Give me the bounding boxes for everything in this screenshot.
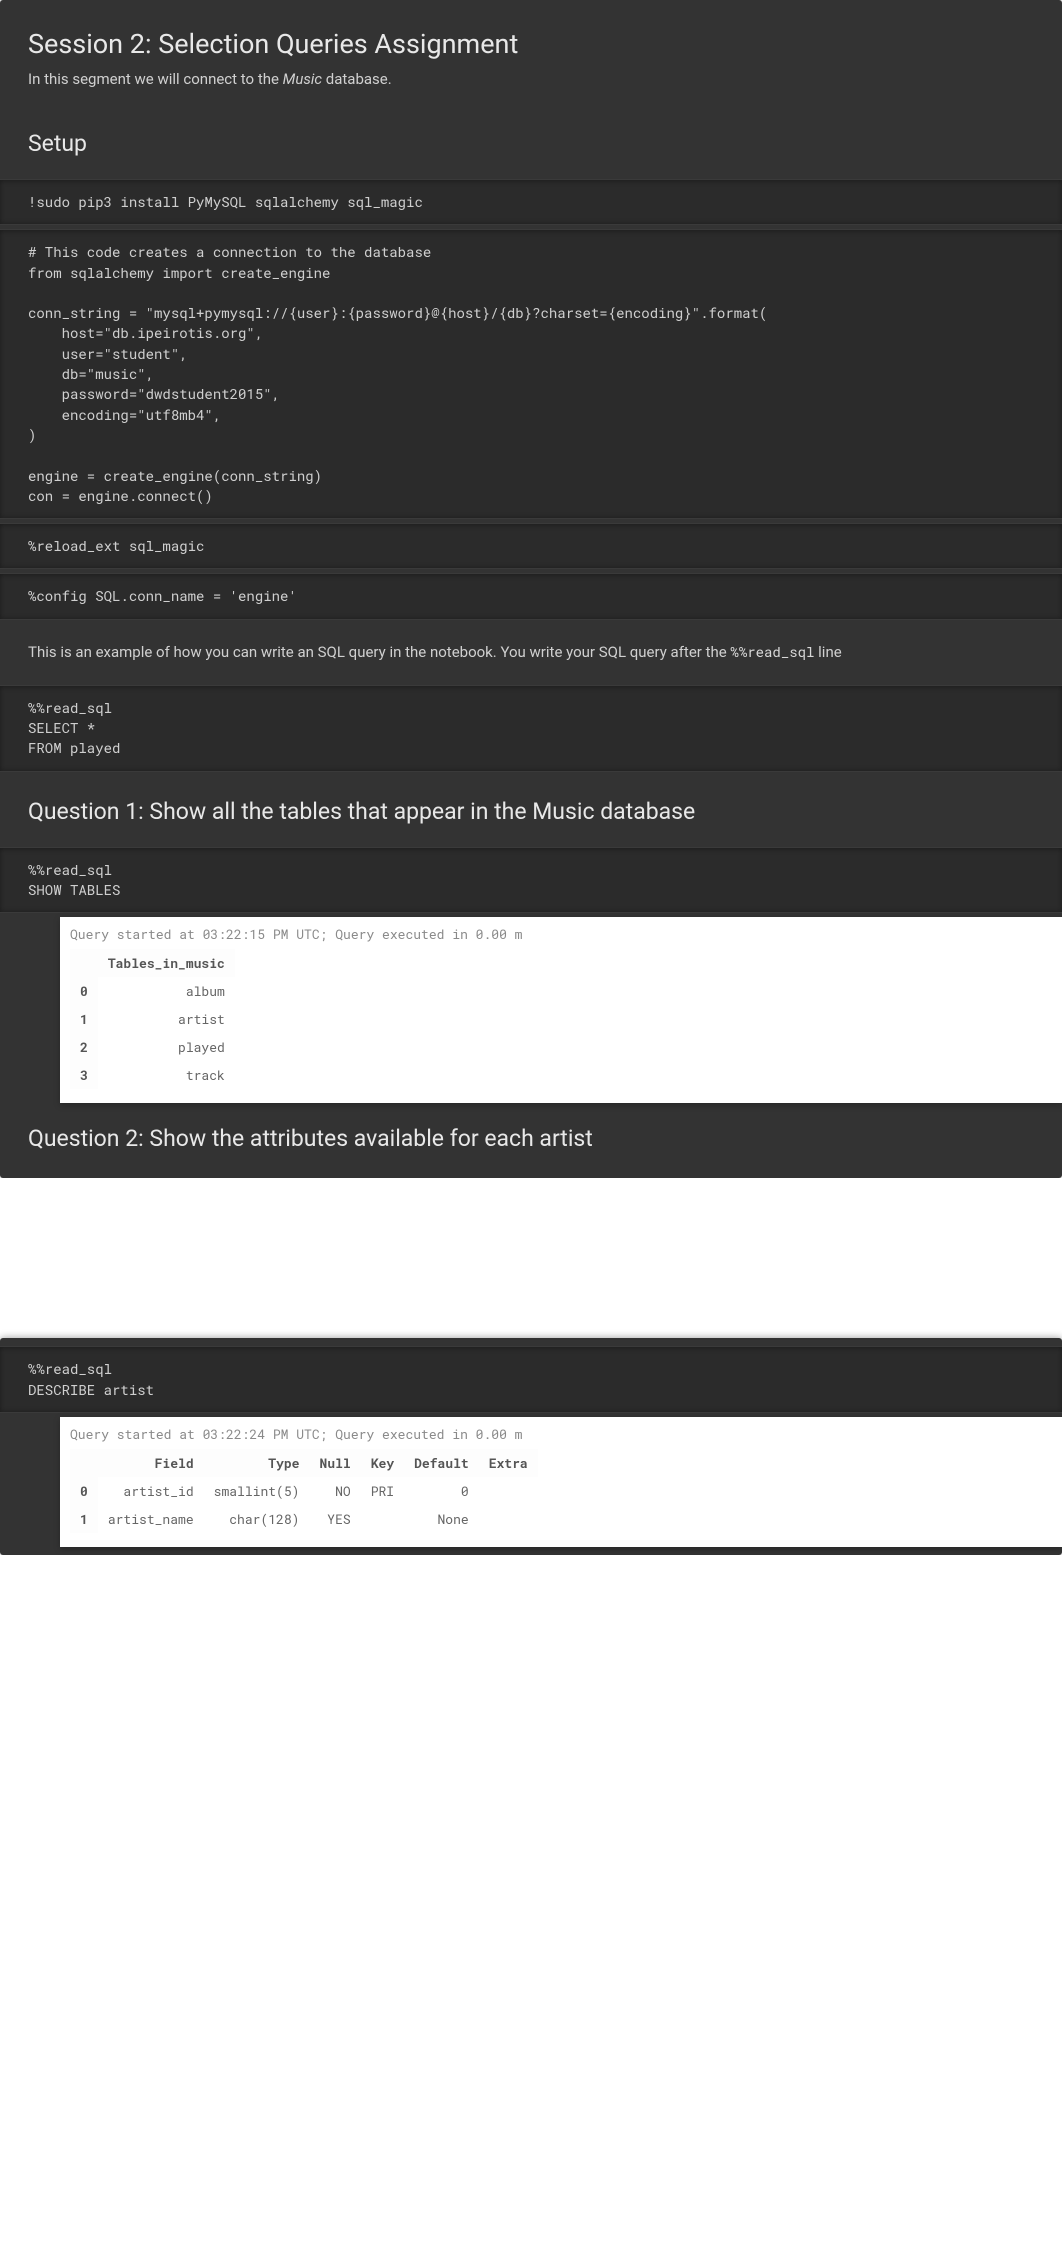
setup-heading-cell: Setup xyxy=(0,108,1062,175)
example-intro-prefix: This is an example of how you can write … xyxy=(28,643,730,661)
example-intro-cell: This is an example of how you can write … xyxy=(0,624,1062,681)
q2-header-row: Field Type Null Key Default Extra xyxy=(70,1449,538,1477)
trailing-whitespace xyxy=(0,1555,1062,2255)
intro-suffix: database. xyxy=(322,70,392,88)
code-cell-q1[interactable]: %%read_sql SHOW TABLES xyxy=(0,847,1062,914)
output-q1: Query started at 03:22:15 PM UTC; Query … xyxy=(60,917,1062,1103)
ad-gap xyxy=(0,1178,1062,1338)
code-cell-install[interactable]: !sudo pip3 install PyMySQL sqlalchemy sq… xyxy=(0,179,1062,225)
output-q2: Query started at 03:22:24 PM UTC; Query … xyxy=(60,1417,1062,1547)
setup-heading: Setup xyxy=(28,130,1034,157)
q2-corner xyxy=(70,1449,98,1477)
table-row: 0artist_idsmallint(5)NOPRI0 xyxy=(70,1477,538,1505)
table-cell: album xyxy=(98,977,235,1005)
q1-stream: Query started at 03:22:15 PM UTC; Query … xyxy=(70,925,1052,943)
example-intro: This is an example of how you can write … xyxy=(28,642,1034,661)
table-cell: played xyxy=(98,1033,235,1061)
q2-col-3: Key xyxy=(361,1449,404,1477)
row-index: 1 xyxy=(70,1005,98,1033)
q2-stream: Query started at 03:22:24 PM UTC; Query … xyxy=(70,1425,1052,1443)
table-row: 2played xyxy=(70,1033,235,1061)
code-cell-connection[interactable]: # This code creates a connection to the … xyxy=(0,229,1062,519)
table-cell: smallint(5) xyxy=(204,1477,310,1505)
notebook-container-2: %%read_sql DESCRIBE artist Query started… xyxy=(0,1338,1062,1555)
intro-paragraph: In this segment we will connect to the M… xyxy=(28,70,1034,88)
table-cell: char(128) xyxy=(204,1505,310,1533)
q1-heading: Question 1: Show all the tables that app… xyxy=(28,798,1034,825)
q2-table: Field Type Null Key Default Extra 0artis… xyxy=(70,1449,538,1533)
table-cell: artist_name xyxy=(98,1505,204,1533)
q1-corner xyxy=(70,949,98,977)
table-cell: artist_id xyxy=(98,1477,204,1505)
code-cell-config[interactable]: %config SQL.conn_name = 'engine' xyxy=(0,573,1062,619)
q2-col-5: Extra xyxy=(479,1449,538,1477)
code-cell-example-query[interactable]: %%read_sql SELECT * FROM played xyxy=(0,685,1062,772)
q1-header-row: Tables_in_music xyxy=(70,949,235,977)
q1-table: Tables_in_music 0album1artist2played3tra… xyxy=(70,949,235,1089)
title-cell: Session 2: Selection Queries Assignment … xyxy=(0,0,1062,108)
table-cell: artist xyxy=(98,1005,235,1033)
row-index: 0 xyxy=(70,977,98,1005)
intro-db-name: Music xyxy=(283,70,322,88)
q2-col-2: Null xyxy=(309,1449,360,1477)
table-cell: 0 xyxy=(404,1477,479,1505)
q2-col-4: Default xyxy=(404,1449,479,1477)
table-row: 0album xyxy=(70,977,235,1005)
row-index: 0 xyxy=(70,1477,98,1505)
table-cell: NO xyxy=(309,1477,360,1505)
table-cell xyxy=(361,1505,404,1533)
q2-col-1: Type xyxy=(204,1449,310,1477)
q2-heading-cell: Question 2: Show the attributes availabl… xyxy=(0,1103,1062,1170)
notebook-container: Session 2: Selection Queries Assignment … xyxy=(0,0,1062,1178)
q1-col-0: Tables_in_music xyxy=(98,949,235,977)
q2-col-0: Field xyxy=(98,1449,204,1477)
code-cell-reload-ext[interactable]: %reload_ext sql_magic xyxy=(0,523,1062,569)
example-intro-suffix: line xyxy=(814,643,841,661)
q1-heading-cell: Question 1: Show all the tables that app… xyxy=(0,776,1062,843)
table-cell: track xyxy=(98,1061,235,1089)
intro-prefix: In this segment we will connect to the xyxy=(28,70,283,88)
table-row: 3track xyxy=(70,1061,235,1089)
q2-heading: Question 2: Show the attributes availabl… xyxy=(28,1125,1034,1152)
table-cell: None xyxy=(404,1505,479,1533)
table-row: 1artist xyxy=(70,1005,235,1033)
row-index: 1 xyxy=(70,1505,98,1533)
table-cell: PRI xyxy=(361,1477,404,1505)
code-cell-q2[interactable]: %%read_sql DESCRIBE artist xyxy=(0,1346,1062,1413)
row-index: 2 xyxy=(70,1033,98,1061)
row-index: 3 xyxy=(70,1061,98,1089)
read-sql-code: %%read_sql xyxy=(730,642,814,661)
table-cell xyxy=(479,1477,538,1505)
page-title: Session 2: Selection Queries Assignment xyxy=(28,28,1034,60)
table-row: 1artist_namechar(128)YES None xyxy=(70,1505,538,1533)
table-cell xyxy=(479,1505,538,1533)
table-cell: YES xyxy=(309,1505,360,1533)
